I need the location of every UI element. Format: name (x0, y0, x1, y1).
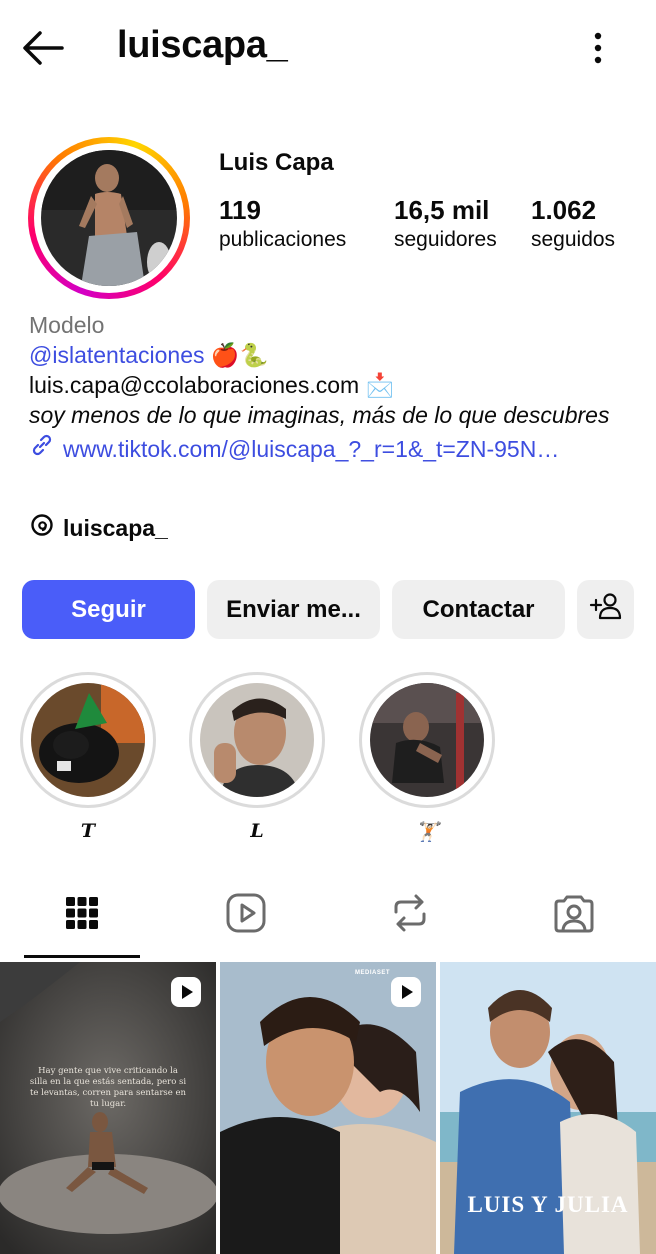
suggested-users-button[interactable] (577, 580, 634, 639)
contact-button[interactable]: Contactar (392, 580, 565, 639)
story-highlight[interactable]: 🏋🏻 (359, 672, 495, 843)
posts-count[interactable]: 119 publicaciones (219, 195, 346, 252)
reel-icon (170, 976, 202, 1008)
reposts-icon (390, 892, 430, 939)
bio-link-text[interactable]: www.tiktok.com/@luiscapa_?_r=1&_t=ZN-95N… (63, 434, 559, 464)
reel-icon (390, 976, 422, 1008)
add-person-icon (589, 591, 623, 628)
bio-email-line: luis.capa@ccolaboraciones.com 📩 (29, 370, 629, 400)
profile-tabs (0, 870, 656, 960)
bio-mention-emoji: 🍎🐍 (210, 342, 269, 368)
bio-mention-link[interactable]: @islatentaciones (29, 342, 205, 368)
post-title-overlay: LUIS Y JULIA (467, 1192, 629, 1217)
profile-bio: Modelo @islatentaciones 🍎🐍 luis.capa@cco… (29, 310, 629, 465)
more-options-icon[interactable] (578, 28, 618, 68)
threads-icon (29, 512, 55, 544)
tab-tagged[interactable] (492, 870, 656, 960)
link-icon (29, 432, 55, 465)
highlight-cover-gym (370, 683, 484, 797)
highlight-label: L (250, 820, 264, 842)
top-bar: luiscapa_ (0, 0, 656, 100)
post-caption-overlay: Hay gente que vive criticando la silla e… (29, 1066, 187, 1109)
followers-count[interactable]: 16,5 mil seguidores (394, 195, 497, 252)
bio-tagline: soy menos de lo que imaginas, más de lo … (29, 400, 629, 430)
highlight-cover-selfie (200, 683, 314, 797)
highlight-label: T (80, 820, 96, 842)
follow-button[interactable]: Seguir (22, 580, 195, 639)
followers-count-label: seguidores (394, 228, 497, 251)
profile-avatar[interactable] (28, 137, 190, 299)
avatar-photo (41, 150, 177, 286)
threads-badge[interactable]: luiscapa_ (29, 512, 168, 544)
bio-category: Modelo (29, 312, 105, 338)
bio-email: luis.capa@ccolaboraciones.com (29, 372, 360, 398)
story-highlight[interactable]: L (189, 672, 325, 842)
following-count-label: seguidos (531, 228, 616, 251)
story-highlight[interactable]: T (20, 672, 156, 842)
bio-external-link[interactable]: www.tiktok.com/@luiscapa_?_r=1&_t=ZN-95N… (29, 432, 629, 465)
message-button[interactable]: Enviar me... (207, 580, 380, 639)
grid-post[interactable]: MEDIASET (220, 962, 436, 1254)
back-arrow-icon[interactable] (18, 26, 68, 70)
highlight-label: 🏋🏻 (415, 821, 439, 843)
posts-count-value: 119 (219, 195, 261, 225)
post-badge: MEDIASET (354, 970, 390, 976)
highlight-cover-dog (31, 683, 145, 797)
posts-grid: Hay gente que vive criticando la silla e… (0, 962, 656, 1254)
grid-post[interactable]: Hay gente que vive criticando la silla e… (0, 962, 216, 1254)
posts-count-label: publicaciones (219, 228, 347, 251)
bio-tagline-rest: , más de lo que descubres (339, 402, 610, 428)
following-count-value: 1.062 (531, 195, 597, 225)
bio-email-emoji: 📩 (365, 372, 395, 398)
followers-count-value: 16,5 mil (394, 195, 490, 225)
active-tab-indicator (24, 955, 140, 958)
threads-handle: luiscapa_ (63, 514, 168, 541)
bio-tagline-italic: soy menos de lo que imaginas (29, 402, 340, 428)
profile-name: Luis Capa (219, 149, 334, 176)
bio-mention-line: @islatentaciones 🍎🐍 (29, 340, 629, 370)
tab-posts[interactable] (0, 870, 164, 960)
tagged-icon (553, 892, 595, 939)
tab-reposts[interactable] (328, 870, 492, 960)
grid-post[interactable]: LUIS Y JULIA (440, 962, 656, 1254)
following-count[interactable]: 1.062 seguidos (531, 195, 615, 252)
grid-icon (64, 895, 100, 936)
reels-icon (225, 892, 267, 939)
tab-reels[interactable] (164, 870, 328, 960)
page-title: luiscapa_ (117, 24, 288, 66)
